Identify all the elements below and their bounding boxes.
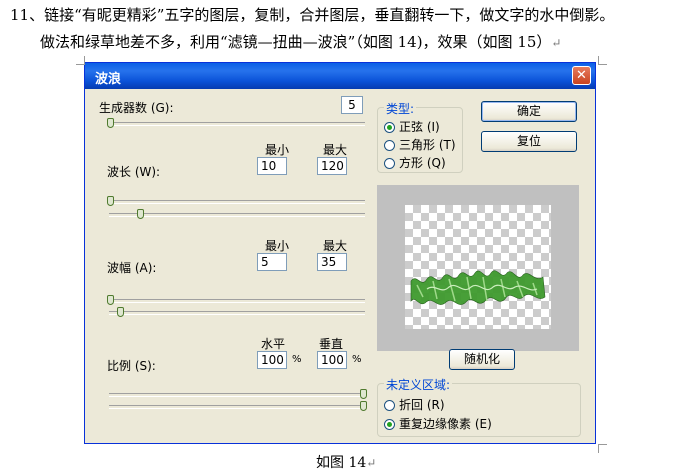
wavelength-label: 波长 (W): xyxy=(107,165,161,179)
image-corner-mark xyxy=(598,56,607,65)
paragraph-mark: ↵ xyxy=(366,456,377,470)
scale-horizontal-slider-track[interactable] xyxy=(109,393,365,397)
undefined-option-wrap-label: 折回 (R) xyxy=(399,398,445,412)
amplitude-max-field[interactable]: 35 xyxy=(317,253,347,271)
wavelength-min-field[interactable]: 10 xyxy=(257,157,287,175)
wavelength-min-slider-thumb[interactable] xyxy=(107,196,114,206)
wavelength-max-slider-track[interactable] xyxy=(109,213,365,217)
paragraph-mark: ↵ xyxy=(551,36,562,50)
document-line-2: 做法和绿草地差不多，利用“滤镜—扭曲—波浪”（如图 14)，效果（如图 15）↵ xyxy=(40,31,561,52)
scale-horizontal-unit: % xyxy=(292,354,302,365)
wavy-grass-text xyxy=(410,270,546,305)
document-line-1-text: 11、链接“有昵更精彩”五字的图层，复制，合并图层，垂直翻转一下，做文字的水中倒… xyxy=(10,6,615,24)
scale-horizontal-slider-thumb[interactable] xyxy=(360,389,367,399)
amplitude-max-header: 最大 xyxy=(323,239,348,253)
wavelength-max-header: 最大 xyxy=(323,143,348,157)
type-option-triangle-label: 三角形 (T) xyxy=(399,138,456,152)
generators-slider-thumb[interactable] xyxy=(107,118,114,128)
figure-caption: 如图 14↵ xyxy=(316,452,376,472)
radio-icon[interactable] xyxy=(384,158,395,169)
scale-vertical-unit: % xyxy=(352,354,362,365)
radio-selected-icon[interactable] xyxy=(384,419,395,430)
generators-field[interactable]: 5 xyxy=(341,96,363,114)
undefined-option-repeat-edge-label: 重复边缘像素 (E) xyxy=(399,417,492,431)
document-line-1: 11、链接“有昵更精彩”五字的图层，复制，合并图层，垂直翻转一下，做文字的水中倒… xyxy=(10,4,614,25)
wave-filter-dialog: 波浪 ✕ 生成器数 (G): 5 最小 最大 波长 (W): 10 120 最小… xyxy=(84,62,596,444)
type-option-square[interactable]: 方形 (Q) xyxy=(384,154,446,171)
scale-label: 比例 (S): xyxy=(107,359,156,373)
image-corner-mark xyxy=(76,56,85,65)
preview-panel xyxy=(377,185,579,351)
dialog-title: 波浪 xyxy=(95,72,122,87)
document-line-2-text: 做法和绿草地差不多，利用“滤镜—扭曲—波浪”（如图 14)，效果（如图 15） xyxy=(40,33,552,51)
amplitude-max-slider-track[interactable] xyxy=(109,311,365,315)
preview-image xyxy=(410,270,546,305)
randomize-button[interactable]: 随机化 xyxy=(449,349,515,370)
dialog-titlebar[interactable]: 波浪 ✕ xyxy=(85,63,595,89)
wavelength-max-slider-thumb[interactable] xyxy=(137,209,145,219)
wavelength-min-header: 最小 xyxy=(265,143,290,157)
close-button[interactable]: ✕ xyxy=(572,66,591,85)
radio-icon[interactable] xyxy=(384,400,395,411)
image-corner-mark xyxy=(598,444,607,453)
type-option-sine[interactable]: 正弦 (I) xyxy=(384,118,440,135)
scale-horizontal-header: 水平 xyxy=(261,337,286,351)
scale-vertical-field[interactable]: 100 xyxy=(317,351,347,369)
amplitude-max-slider-thumb[interactable] xyxy=(117,307,125,317)
undefined-area-group-title: 未定义区域: xyxy=(384,376,453,393)
wavelength-min-slider-track[interactable] xyxy=(109,200,365,204)
undefined-area-group: 未定义区域: 折回 (R) 重复边缘像素 (E) xyxy=(377,376,581,437)
generators-slider-track[interactable] xyxy=(109,122,365,126)
type-option-square-label: 方形 (Q) xyxy=(399,156,446,170)
reset-button[interactable]: 复位 xyxy=(481,131,577,152)
type-option-sine-label: 正弦 (I) xyxy=(399,120,440,134)
radio-selected-icon[interactable] xyxy=(384,122,395,133)
undefined-option-wrap[interactable]: 折回 (R) xyxy=(384,396,445,413)
type-group-title: 类型: xyxy=(384,100,417,117)
undefined-option-repeat-edge[interactable]: 重复边缘像素 (E) xyxy=(384,415,492,432)
scale-horizontal-field[interactable]: 100 xyxy=(257,351,287,369)
scale-vertical-slider-thumb[interactable] xyxy=(360,401,367,411)
scale-vertical-header: 垂直 xyxy=(319,337,344,351)
wavelength-max-field[interactable]: 120 xyxy=(317,157,347,175)
amplitude-min-field[interactable]: 5 xyxy=(257,253,287,271)
close-icon: ✕ xyxy=(576,68,587,83)
type-group: 类型: 正弦 (I) 三角形 (T) 方形 (Q) xyxy=(377,100,463,173)
type-option-triangle[interactable]: 三角形 (T) xyxy=(384,136,456,153)
amplitude-label: 波幅 (A): xyxy=(107,261,157,275)
radio-icon[interactable] xyxy=(384,140,395,151)
scale-vertical-slider-track[interactable] xyxy=(109,405,365,409)
generators-label: 生成器数 (G): xyxy=(99,101,174,115)
amplitude-min-slider-track[interactable] xyxy=(109,299,365,303)
figure-caption-text: 如图 14 xyxy=(316,455,367,471)
amplitude-min-slider-thumb[interactable] xyxy=(107,295,114,305)
amplitude-min-header: 最小 xyxy=(265,239,290,253)
ok-button[interactable]: 确定 xyxy=(481,101,577,122)
